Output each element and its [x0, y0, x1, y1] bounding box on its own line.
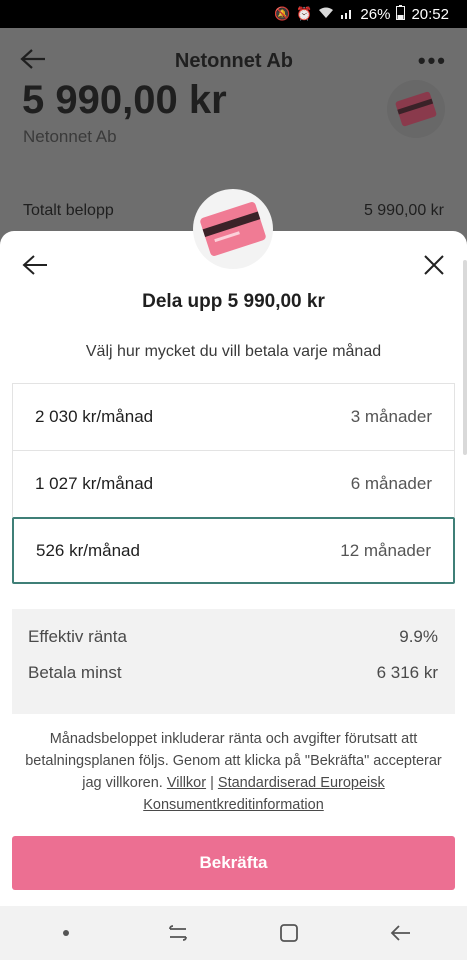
disclaimer: Månadsbeloppet inkluderar ränta och avgi… — [20, 728, 447, 816]
plan-months: 12 månader — [340, 540, 431, 560]
plan-summary: Effektiv ränta 9.9% Betala minst 6 316 k… — [12, 609, 455, 714]
credit-card-icon — [199, 201, 267, 257]
summary-row-minimum: Betala minst 6 316 kr — [28, 663, 438, 699]
sheet-title: Dela upp 5 990,00 kr — [142, 291, 325, 312]
recent-apps-button[interactable] — [148, 913, 208, 953]
system-back-button[interactable] — [371, 913, 431, 953]
battery-icon — [396, 5, 406, 23]
rate-label: Effektiv ränta — [28, 627, 127, 646]
bg-merchant: Netonnet Ab — [23, 127, 117, 146]
rate-value: 9.9% — [399, 627, 438, 646]
nav-dot-button[interactable] — [36, 913, 96, 953]
signal-icon — [340, 7, 354, 22]
sheet-back-button[interactable] — [20, 250, 50, 280]
plan-months: 3 månader — [350, 407, 432, 426]
home-button[interactable] — [259, 913, 319, 953]
plan-months: 6 månader — [350, 474, 432, 493]
scrollbar[interactable] — [463, 260, 467, 455]
plan-option-3-months[interactable]: 2 030 kr/månad 3 månader — [12, 383, 455, 450]
terms-link[interactable]: Villkor — [167, 775, 206, 791]
plan-options: 2 030 kr/månad 3 månader 1 027 kr/månad … — [12, 383, 455, 584]
plan-amount: 526 kr/månad — [36, 540, 140, 560]
recent-apps-icon — [168, 925, 187, 941]
bg-total-label: Totalt belopp — [23, 202, 114, 219]
bg-total-value: 5 990,00 kr — [363, 202, 444, 219]
installment-sheet: Dela upp 5 990,00 kr Välj hur mycket du … — [0, 231, 467, 906]
alarm-icon: ⏰ — [296, 6, 313, 21]
back-arrow-icon — [22, 255, 47, 275]
clock: 20:52 — [411, 5, 449, 23]
plan-amount: 2 030 kr/månad — [35, 407, 154, 426]
wifi-icon — [318, 7, 334, 22]
status-bar: 🔕 ⏰ 26% 20:52 — [0, 0, 467, 28]
plan-option-12-months[interactable]: 526 kr/månad 12 månader — [12, 517, 455, 584]
confirm-button[interactable]: Bekräfta — [12, 836, 455, 890]
plan-amount: 1 027 kr/månad — [35, 474, 154, 493]
system-nav-bar — [0, 906, 467, 960]
link-separator: | — [210, 775, 214, 791]
mute-icon: 🔕 — [274, 6, 291, 21]
bg-title: Netonnet Ab — [174, 49, 294, 72]
sheet-subtitle: Välj hur mycket du vill betala varje mån… — [85, 343, 382, 360]
summary-row-rate: Effektiv ränta 9.9% — [28, 627, 438, 663]
battery-percent: 26% — [360, 5, 391, 23]
minimum-value: 6 316 kr — [376, 663, 438, 682]
dot-icon — [62, 930, 69, 936]
more-options-icon[interactable]: ••• — [418, 48, 447, 74]
plan-option-6-months[interactable]: 1 027 kr/månad 6 månader — [12, 450, 455, 517]
minimum-label: Betala minst — [28, 663, 122, 682]
home-icon — [280, 924, 299, 942]
bg-card-icon — [387, 80, 445, 138]
bg-amount: 5 990,00 kr — [22, 78, 227, 122]
close-button[interactable] — [419, 250, 449, 280]
close-icon — [424, 255, 444, 275]
back-arrow-icon[interactable] — [20, 45, 50, 77]
card-icon-circle — [193, 189, 273, 269]
back-icon — [390, 925, 411, 941]
